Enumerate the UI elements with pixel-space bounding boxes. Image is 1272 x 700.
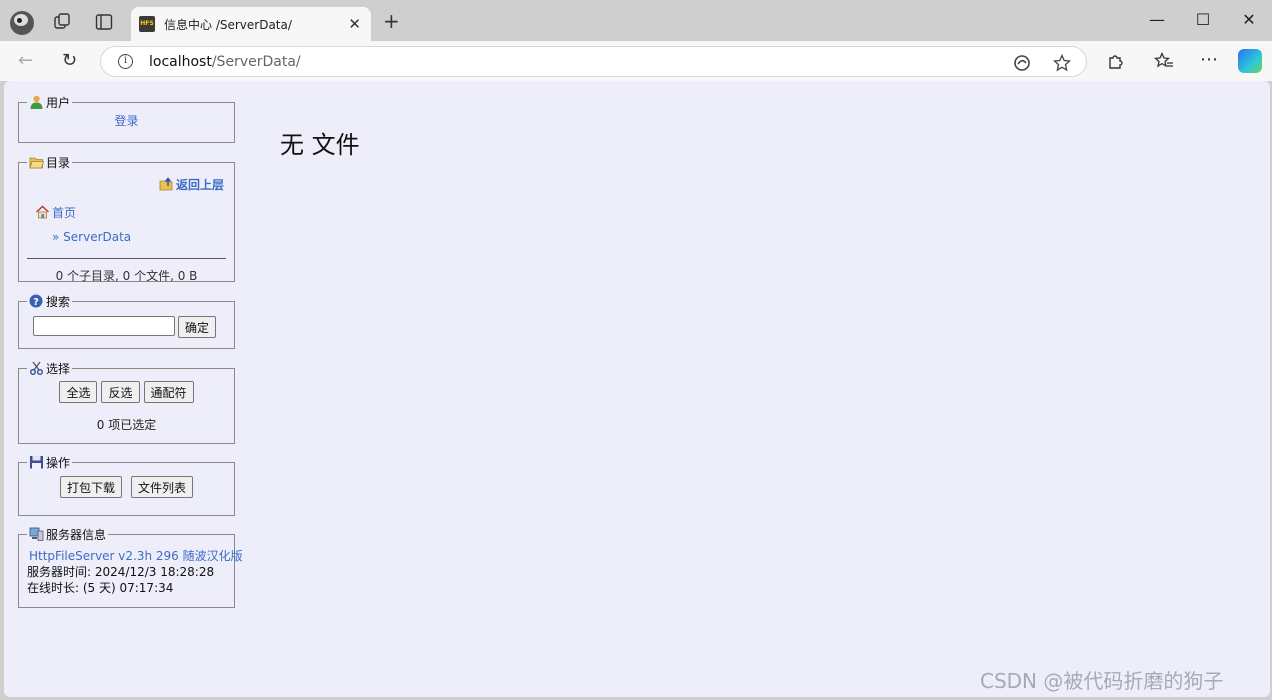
maximize-button[interactable]: ☐ [1193,10,1213,29]
invert-selection-button[interactable]: 反选 [101,381,140,403]
help-circle-icon: ? [29,294,43,308]
home-link[interactable]: 首页 [52,206,76,220]
file-list-button[interactable]: 文件列表 [131,476,194,498]
select-legend-text: 选择 [46,362,71,376]
home-link-wrap: 首页 [35,204,76,221]
save-disk-icon [30,456,43,469]
back-icon[interactable]: ← [18,50,33,71]
search-input[interactable] [33,316,175,336]
server-info-panel: 服务器信息 HttpFileServer v2.3h 296 随波汉化版 服务器… [18,527,243,608]
page-viewport: 用户 登录 目录 返回上层 首页 » ServerData 0 个子目录, 0 … [4,81,1270,697]
select-panel-legend: 选择 [27,361,72,376]
minimize-button[interactable]: — [1147,10,1167,29]
login-link[interactable]: 登录 [114,114,138,128]
url-text[interactable]: localhost/ServerData/ [149,54,301,70]
folder-summary: 0 个子目录, 0 个文件, 0 B [55,269,198,283]
actions-panel-legend: 操作 [27,455,72,470]
select-button-row: 全选 反选 通配符 [19,381,234,403]
user-legend-text: 用户 [46,96,71,110]
tab-close-icon[interactable]: ✕ [348,15,361,33]
profile-avatar[interactable] [10,11,34,35]
up-folder-link[interactable]: 返回上层 [176,178,224,192]
copilot-icon[interactable] [1238,49,1262,73]
settings-more-icon[interactable]: ⋯ [1200,49,1218,70]
url-path: /ServerData/ [211,54,301,70]
search-submit-button[interactable]: 确定 [178,316,217,338]
home-icon [35,205,50,219]
actions-panel: 操作 打包下载 文件列表 [18,455,235,516]
tab-actions-icon[interactable] [94,12,114,32]
tab-strip: HFS 信息中心 /ServerData/ ✕ + — ☐ ✕ [0,0,1272,41]
new-tab-button[interactable]: + [383,9,400,33]
favorite-star-icon[interactable] [1053,54,1071,72]
favorites-icon[interactable] [1154,52,1174,70]
csdn-watermark: CSDN @被代码折磨的狗子 [980,669,1224,693]
server-time: 服务器时间: 2024/12/3 18:28:28 [27,565,215,579]
selected-count: 0 项已选定 [96,418,157,432]
immersive-reader-icon[interactable] [1013,54,1031,72]
no-files-heading: 无 文件 [280,131,360,159]
actions-button-row: 打包下载 文件列表 [19,476,234,498]
select-panel: 选择 全选 反选 通配符 0 项已选定 [18,361,235,444]
workspaces-icon[interactable] [52,12,72,32]
server-software-link-wrap: HttpFileServer v2.3h 296 随波汉化版 [29,547,243,564]
server-info-panel-legend: 服务器信息 [27,527,108,542]
site-info-icon[interactable]: i [118,54,133,69]
navigation-bar: ← ↻ i localhost/ServerData/ ⋯ [0,41,1272,81]
folder-divider [27,258,226,259]
server-computer-icon [29,527,44,541]
up-folder-icon [159,177,173,191]
url-host: localhost [149,54,212,70]
actions-legend-text: 操作 [46,456,71,470]
current-folder-wrap: » ServerData [52,230,131,244]
search-panel: ? 搜索 确定 [18,294,235,349]
extensions-icon[interactable] [1106,52,1124,70]
search-legend-text: 搜索 [46,295,71,309]
search-panel-legend: ? 搜索 [27,294,72,309]
mask-select-button[interactable]: 通配符 [143,381,194,403]
server-software-link[interactable]: HttpFileServer v2.3h 296 随波汉化版 [29,549,243,563]
active-tab[interactable]: HFS 信息中心 /ServerData/ ✕ [131,7,371,41]
folder-panel-legend: 目录 [27,155,72,170]
tab-title: 信息中心 /ServerData/ [164,18,292,32]
user-panel-legend: 用户 [27,95,72,110]
archive-download-button[interactable]: 打包下载 [59,476,122,498]
server-legend-text: 服务器信息 [46,528,107,542]
close-window-button[interactable]: ✕ [1239,10,1259,29]
svg-text:?: ? [33,297,39,308]
hfs-favicon-icon: HFS [139,16,155,32]
address-bar[interactable]: i localhost/ServerData/ [100,46,1087,77]
current-folder-link[interactable]: » ServerData [52,230,131,244]
user-icon [30,95,43,109]
search-row: 确定 [33,316,217,338]
server-uptime: 在线时长: (5 天) 07:17:34 [27,581,174,595]
up-folder-link-wrap: 返回上层 [159,176,224,193]
folder-panel: 目录 返回上层 首页 » ServerData 0 个子目录, 0 个文件, 0… [18,155,235,283]
reload-icon[interactable]: ↻ [62,50,77,71]
scissors-icon [30,361,43,375]
select-all-button[interactable]: 全选 [59,381,98,403]
open-folder-icon [29,157,44,169]
user-panel: 用户 登录 [18,95,235,143]
folder-legend-text: 目录 [46,156,71,170]
